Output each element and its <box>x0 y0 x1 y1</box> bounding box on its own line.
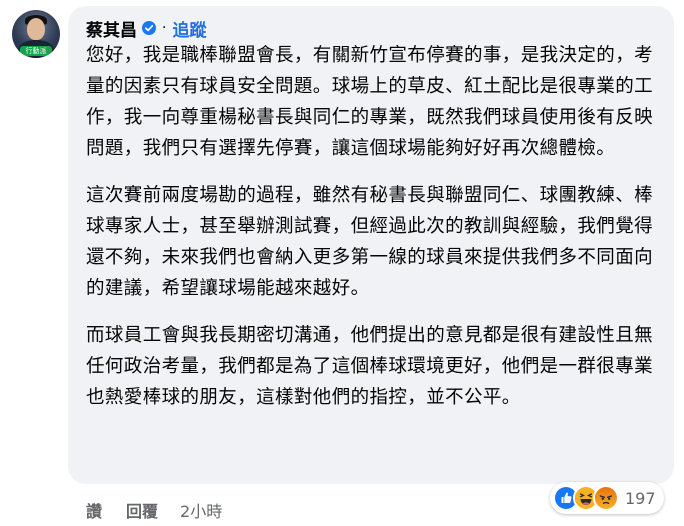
avatar-tag: 行動派 <box>20 46 52 56</box>
comment-paragraph-3: 而球員工會與我長期密切溝通，他們提出的意見都是很有建設性且無任何政治考量，我們都… <box>86 325 654 408</box>
like-button[interactable]: 讚 <box>86 498 102 522</box>
avatar-face <box>27 18 45 40</box>
reactions-summary[interactable]: 197 <box>550 482 664 514</box>
timestamp[interactable]: 2小時 <box>180 498 222 522</box>
angry-icon <box>593 485 619 511</box>
comment-header: 蔡其昌 · 追蹤 <box>86 16 662 41</box>
header-separator: · <box>162 20 167 36</box>
comment-actions: 讚 回覆 2小時 <box>86 498 222 522</box>
avatar[interactable]: 行動派 <box>12 10 60 58</box>
comment-paragraph-1: 您好，我是職棒聯盟會長，有關新竹宣布停賽的事，是我決定的，考量的因素只有球員安全… <box>86 45 654 159</box>
verified-badge-icon <box>142 21 156 35</box>
comment-bubble: 蔡其昌 · 追蹤 您好，我是職棒聯盟會長，有關新竹宣布停賽的事，是我決定的，考量… <box>68 6 674 484</box>
reaction-count: 197 <box>625 488 656 508</box>
author-name[interactable]: 蔡其昌 <box>86 16 137 41</box>
follow-button[interactable]: 追蹤 <box>172 16 206 41</box>
comment-paragraph-2: 這次賽前兩度場勘的過程，雖然有秘書長與聯盟同仁、球團教練、棒球專家人士，甚至舉辦… <box>86 185 654 299</box>
reply-button[interactable]: 回覆 <box>126 498 158 522</box>
